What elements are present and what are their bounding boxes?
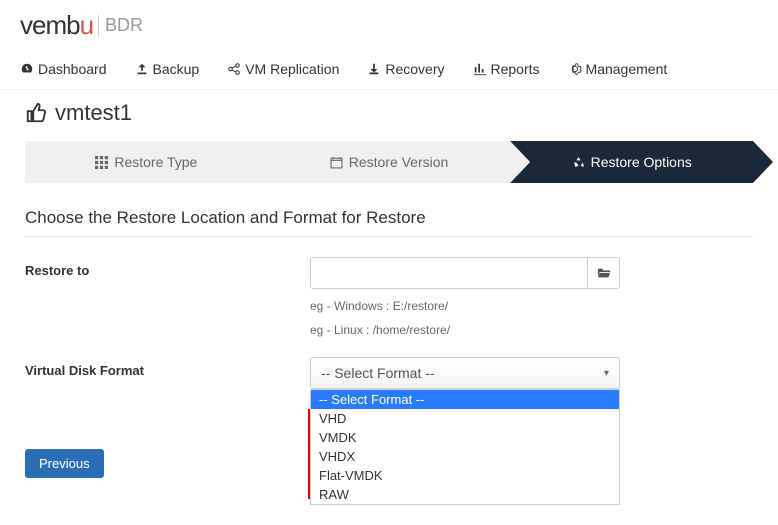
gear-icon — [568, 62, 582, 76]
thumbs-up-icon — [25, 102, 47, 124]
step-restore-version[interactable]: Restore Version — [268, 141, 511, 183]
logo-accent: u — [80, 10, 93, 40]
main-nav: Dashboard Backup VM Replication Recovery… — [0, 61, 778, 90]
hint-windows: eg - Windows : E:/restore/ — [310, 299, 620, 313]
disk-format-selected-text: -- Select Format -- — [321, 365, 435, 381]
option-raw[interactable]: RAW — [311, 485, 619, 504]
app-logo: vembu — [20, 10, 93, 41]
step-restore-options[interactable]: Restore Options — [510, 141, 753, 183]
grid-icon — [95, 156, 108, 169]
nav-backup-label: Backup — [153, 61, 200, 77]
option-vhdx[interactable]: VHDX — [311, 447, 619, 466]
nav-management[interactable]: Management — [568, 61, 668, 77]
disk-format-dropdown: -- Select Format -- VHD VMDK VHDX Flat-V… — [310, 389, 620, 505]
nav-dashboard-label: Dashboard — [38, 61, 107, 77]
divider — [25, 236, 753, 237]
wizard-steps: Restore Type Restore Version Restore Opt… — [25, 141, 753, 183]
page-title: vmtest1 — [25, 100, 753, 126]
hint-linux: eg - Linux : /home/restore/ — [310, 323, 620, 337]
disk-format-select[interactable]: -- Select Format -- — [310, 357, 620, 389]
disk-format-label: Virtual Disk Format — [25, 357, 310, 389]
restore-to-input[interactable] — [311, 258, 587, 288]
logo-sub: BDR — [98, 15, 143, 36]
nav-vm-replication-label: VM Replication — [245, 61, 339, 77]
restore-to-label: Restore to — [25, 257, 310, 337]
nav-recovery[interactable]: Recovery — [367, 61, 444, 77]
step-restore-type-label: Restore Type — [114, 154, 197, 170]
page-title-text: vmtest1 — [55, 100, 132, 126]
upload-icon — [135, 62, 149, 76]
option-flat-vmdk[interactable]: Flat-VMDK — [311, 466, 619, 485]
nav-vm-replication[interactable]: VM Replication — [227, 61, 339, 77]
nav-reports[interactable]: Reports — [473, 61, 540, 77]
browse-button[interactable] — [587, 258, 619, 288]
step-restore-options-label: Restore Options — [591, 154, 692, 170]
share-icon — [227, 62, 241, 76]
step-restore-version-label: Restore Version — [349, 154, 449, 170]
dashboard-icon — [20, 62, 34, 76]
nav-recovery-label: Recovery — [385, 61, 444, 77]
previous-button[interactable]: Previous — [25, 449, 104, 478]
step-restore-type[interactable]: Restore Type — [25, 141, 268, 183]
nav-reports-label: Reports — [491, 61, 540, 77]
section-title: Choose the Restore Location and Format f… — [25, 208, 753, 228]
folder-open-icon — [597, 266, 611, 280]
recycle-icon — [572, 156, 585, 169]
calendar-icon — [330, 156, 343, 169]
option-placeholder[interactable]: -- Select Format -- — [311, 390, 619, 409]
option-vmdk[interactable]: VMDK — [311, 428, 619, 447]
nav-backup[interactable]: Backup — [135, 61, 200, 77]
chart-icon — [473, 62, 487, 76]
nav-management-label: Management — [586, 61, 668, 77]
nav-dashboard[interactable]: Dashboard — [20, 61, 107, 77]
logo-prefix: vemb — [20, 10, 80, 40]
download-icon — [367, 62, 381, 76]
option-vhd[interactable]: VHD — [311, 409, 619, 428]
